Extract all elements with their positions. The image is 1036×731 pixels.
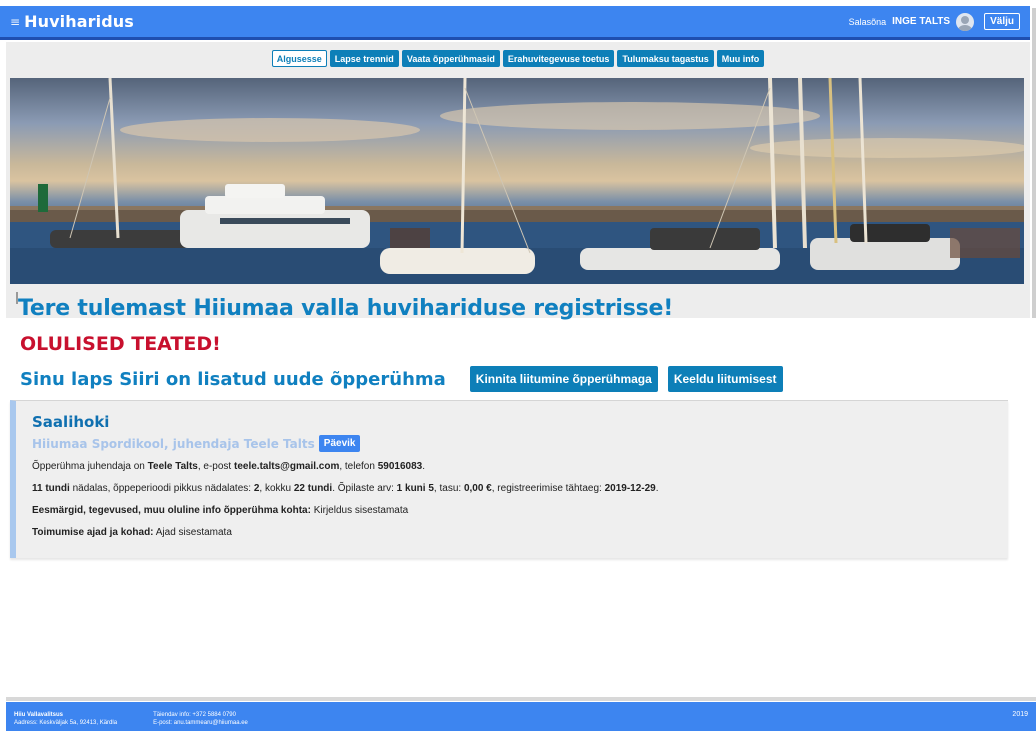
top-header: ≡ Huviharidus Salasõna INGE TALTS Välju — [0, 6, 1030, 40]
instructor-phone: 59016083 — [377, 461, 423, 472]
user-prefix[interactable]: Salasõna — [849, 17, 887, 27]
important-notices-heading: OLULISED TEATED! — [20, 333, 221, 355]
tab-erahuvitegevuse-toetus[interactable]: Erahuvitegevuse toetus — [502, 50, 615, 67]
brand-title[interactable]: Huviharidus — [24, 12, 134, 31]
goals-label: Eesmärgid, tegevused, muu oluline info õ… — [32, 505, 311, 516]
user-box: Salasõna INGE TALTS Välju — [849, 12, 1020, 31]
footer-org: Hiiu Vallavalitsus — [14, 712, 64, 718]
group-title: Saalihoki — [32, 413, 110, 431]
study-group-card: Saalihoki Hiiumaa Spordikool, juhendaja … — [10, 400, 1008, 558]
footer-address: Aadress: Keskväljak 5a, 92413, Kärdla — [14, 720, 118, 726]
goals-value: Kirjeldus sisestamata — [310, 505, 409, 516]
avatar-icon[interactable] — [956, 12, 975, 31]
total-hours: 22 tundi — [293, 483, 333, 494]
footer: Hiiu Vallavalitsus Aadress: Keskväljak 5… — [6, 702, 1036, 731]
text: , telefon — [339, 461, 378, 472]
tab-vaata-opperuhmasid[interactable]: Vaata õpperühmasid — [401, 50, 500, 67]
text: . Õpilaste arv: — [332, 483, 397, 494]
group-subtitle: Hiiumaa Spordikool, juhendaja Teele Talt… — [32, 436, 315, 451]
text: nädalas, õppeperioodi pikkus nädalates: — [69, 483, 254, 494]
group-subtitle-row: Hiiumaa Spordikool, juhendaja Teele Talt… — [32, 435, 1008, 452]
footer-org-column: Hiiu Vallavalitsus Aadress: Keskväljak 5… — [14, 711, 117, 731]
footer-divider — [6, 697, 1036, 701]
diary-button[interactable]: Päevik — [318, 435, 361, 452]
schedule-value: Ajad sisestamata — [153, 527, 232, 538]
group-goals-line: Eesmärgid, tegevused, muu oluline info õ… — [32, 505, 1008, 517]
banner-illustration — [10, 78, 1024, 284]
menu-icon[interactable]: ≡ — [10, 15, 20, 29]
text: , registreerimise tähtaeg: — [491, 483, 605, 494]
tab-tulumaksu-tagastus[interactable]: Tulumaksu tagastus — [617, 50, 714, 67]
group-details-line: 11 tundi nädalas, õppeperioodi pikkus nä… — [32, 483, 1008, 495]
scrollbar[interactable] — [1032, 8, 1036, 318]
schedule-label: Toimumise ajad ja kohad: — [32, 527, 154, 538]
brand[interactable]: ≡ Huviharidus — [10, 12, 134, 31]
text: , kokku — [259, 483, 294, 494]
tab-lapse-trennid[interactable]: Lapse trennid — [329, 50, 399, 67]
fee: 0,00 € — [463, 483, 492, 494]
group-schedule-line: Toimumise ajad ja kohad: Ajad sisestamat… — [32, 527, 1008, 539]
child-notice-row: Sinu laps Siiri on lisatud uude õpperühm… — [20, 366, 793, 392]
text: Õpperühma juhendaja on — [32, 461, 148, 472]
text: , e-post — [197, 461, 234, 472]
page: ≡ Huviharidus Salasõna INGE TALTS Välju … — [0, 0, 1036, 731]
footer-contact-column: Täiendav info: +372 5884 0790 E-post: an… — [153, 711, 248, 731]
instructor-email: teele.talts@gmail.com — [234, 461, 340, 472]
text: , tasu: — [433, 483, 464, 494]
tab-algusesse[interactable]: Algusesse — [271, 50, 327, 67]
child-added-message: Sinu laps Siiri on lisatud uude õpperühm… — [20, 368, 446, 390]
footer-info: Täiendav info: +372 5884 0790 — [153, 712, 236, 718]
text: . — [655, 483, 659, 494]
pupil-count: 1 kuni 5 — [396, 483, 434, 494]
registration-deadline: 2019-12-29 — [604, 483, 656, 494]
instructor-name: Teele Talts — [147, 461, 198, 472]
harbor-banner-image — [10, 78, 1024, 284]
footer-email[interactable]: E-post: anu.tammearu@hiiumaa.ee — [153, 719, 248, 727]
confirm-join-button[interactable]: Kinnita liitumine õpperühmaga — [469, 366, 658, 392]
logout-button[interactable]: Välju — [984, 13, 1020, 30]
tab-muu-info[interactable]: Muu info — [716, 50, 765, 67]
main-nav: Algusesse Lapse trennid Vaata õpperühmas… — [6, 50, 1030, 67]
footer-year: 2019 — [1012, 711, 1028, 718]
text: . — [422, 461, 425, 472]
group-instructor-line: Õpperühma juhendaja on Teele Talts, e-po… — [32, 461, 1008, 473]
decline-join-button[interactable]: Keeldu liitumisest — [667, 366, 783, 392]
welcome-heading: Tere tulemast Hiiumaa valla huvihariduse… — [18, 296, 674, 321]
content-panel: Algusesse Lapse trennid Vaata õpperühmas… — [6, 42, 1030, 318]
user-name[interactable]: INGE TALTS — [892, 16, 950, 27]
weekly-hours: 11 tundi — [32, 483, 70, 494]
